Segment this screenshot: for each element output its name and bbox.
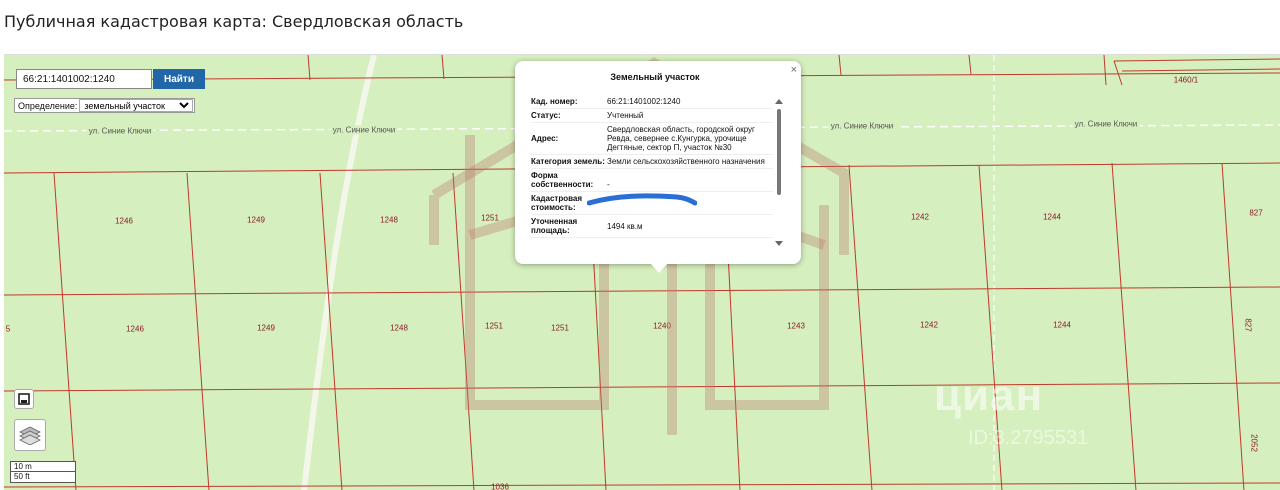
popup-details: Кад. номер: 66:21:1401002:1240 Статус: У… bbox=[531, 95, 773, 251]
popup-key: Уточненная площадь: bbox=[531, 217, 578, 235]
popup-row-cadastral-value: Кадастровая стоимость: bbox=[531, 192, 773, 215]
plot-number[interactable]: 2052 bbox=[1250, 434, 1259, 452]
scale-metric: 10 m bbox=[10, 461, 76, 472]
popup-key: Адрес: bbox=[531, 134, 559, 143]
plot-number[interactable]: 1251 bbox=[551, 324, 569, 333]
parcel-info-popup: × Земельный участок Кад. номер: 66:21:14… bbox=[515, 61, 801, 273]
popup-value: Свердловская область, городской округ Ре… bbox=[607, 125, 755, 152]
popup-key: Статус: bbox=[531, 111, 561, 120]
plot-number[interactable]: 1244 bbox=[1053, 321, 1071, 330]
definition-select[interactable]: земельный участок bbox=[79, 99, 194, 112]
layers-icon bbox=[19, 426, 41, 445]
plot-number[interactable]: 1246 bbox=[126, 325, 144, 334]
street-label: ул. Синие Ключи bbox=[1072, 119, 1140, 129]
cian-watermark: циан bbox=[934, 371, 1044, 420]
scroll-down-icon[interactable] bbox=[775, 241, 783, 247]
scroll-up-icon[interactable] bbox=[775, 99, 783, 105]
plot-number[interactable]: 1242 bbox=[911, 213, 929, 222]
popup-row-address: Адрес: Свердловская область, городской о… bbox=[531, 123, 773, 155]
street-label: ул. Синие Ключи bbox=[330, 125, 398, 135]
print-button[interactable] bbox=[14, 389, 34, 409]
plot-number[interactable]: 1249 bbox=[257, 324, 275, 333]
popup-row-cadastral-number: Кад. номер: 66:21:1401002:1240 bbox=[531, 95, 773, 109]
popup-value: Учтенный bbox=[607, 111, 644, 120]
popup-row-status: Статус: Учтенный bbox=[531, 109, 773, 123]
popup-pointer bbox=[650, 263, 668, 273]
popup-value: Земли сельскохозяйственного назначения bbox=[607, 157, 765, 166]
plot-number[interactable]: 1242 bbox=[920, 321, 938, 330]
definition-control: Определение: земельный участок bbox=[14, 98, 196, 113]
popup-key: Категория земель: bbox=[531, 157, 605, 166]
plot-number[interactable]: 1249 bbox=[247, 216, 265, 225]
cadastral-search-input[interactable] bbox=[16, 69, 152, 89]
plot-number[interactable]: 5 bbox=[6, 325, 10, 334]
cian-id-watermark: ID:3.2795531 bbox=[968, 427, 1089, 449]
plot-number[interactable]: 827 bbox=[1249, 209, 1262, 218]
plot-number[interactable]: 827 bbox=[1244, 318, 1253, 331]
popup-row-ownership: Форма собственности: - bbox=[531, 169, 773, 192]
plot-number[interactable]: 1244 bbox=[1043, 213, 1061, 222]
popup-value: 66:21:1401002:1240 bbox=[607, 97, 681, 106]
plot-number[interactable]: 1251 bbox=[485, 322, 503, 331]
popup-key: Форма собственности: bbox=[531, 171, 594, 189]
popup-value: - bbox=[607, 180, 610, 189]
popup-scrollbar[interactable] bbox=[775, 99, 783, 249]
plot-number[interactable]: 1243 bbox=[787, 322, 805, 331]
street-label: ул. Синие Ключи bbox=[828, 121, 896, 131]
print-icon bbox=[18, 393, 30, 405]
popup-row-area: Уточненная площадь: 1494 кв.м bbox=[531, 215, 773, 238]
scale-imperial: 50 ft bbox=[10, 472, 76, 483]
popup-value: 1494 кв.м bbox=[607, 221, 643, 231]
plot-number[interactable]: 1036 bbox=[491, 483, 509, 490]
plot-number[interactable]: 1248 bbox=[390, 324, 408, 333]
popup-row-land-category: Категория земель: Земли сельскохозяйстве… bbox=[531, 155, 773, 169]
redaction-scribble bbox=[587, 193, 697, 206]
plot-number[interactable]: 1251 bbox=[481, 214, 499, 223]
street-label: ул. Синие Ключи bbox=[86, 126, 154, 136]
page-title: Публичная кадастровая карта: Свердловска… bbox=[4, 12, 464, 31]
plot-number[interactable]: 1246 bbox=[115, 217, 133, 226]
search-bar: Найти bbox=[16, 69, 205, 89]
definition-label: Определение: bbox=[18, 100, 78, 111]
popup-title: Земельный участок bbox=[610, 72, 700, 82]
popup-scroll-thumb[interactable] bbox=[777, 109, 781, 195]
search-button[interactable]: Найти bbox=[153, 69, 205, 89]
layers-button[interactable] bbox=[14, 419, 46, 451]
plot-number[interactable]: 1460/1 bbox=[1174, 76, 1198, 85]
popup-key: Кад. номер: bbox=[531, 97, 578, 106]
cadastral-map[interactable]: ул. Синие Ключи ул. Синие Ключи ул. Сини… bbox=[4, 54, 1280, 490]
plot-number[interactable]: 1248 bbox=[380, 216, 398, 225]
plot-number-selected[interactable]: 1240 bbox=[653, 322, 671, 331]
scale-bar: 10 m 50 ft bbox=[10, 461, 76, 483]
